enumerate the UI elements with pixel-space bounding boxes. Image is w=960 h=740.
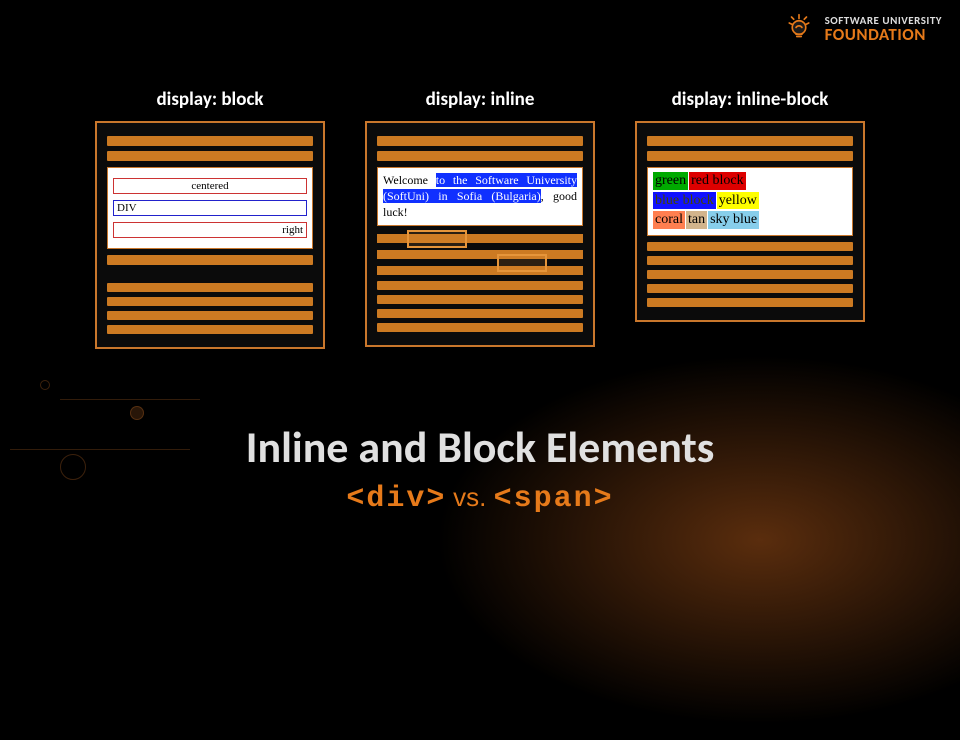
text-bar (107, 151, 313, 161)
bg-circuit-trace (60, 399, 200, 400)
column-heading: display: inline-block (635, 88, 865, 111)
text-bar (647, 151, 853, 161)
slide-subtitle: <div> vs. <span> (0, 478, 960, 516)
block-demo: centered DIV right (107, 167, 313, 249)
inline-text: Welcome (383, 173, 436, 187)
text-bar (107, 325, 313, 334)
display-block-panel: centered DIV right (95, 121, 325, 349)
text-bar (107, 136, 313, 146)
columns-row: display: block centered DIV right displa… (0, 88, 960, 349)
block-row-right: right (113, 222, 307, 238)
text-bar (647, 242, 853, 251)
bg-circuit-node (130, 406, 144, 420)
text-bar (647, 298, 853, 307)
block-row-div: DIV (113, 200, 307, 216)
text-bar (107, 311, 313, 320)
text-bar (377, 295, 583, 304)
inline-block-demo: greenred block blue blockyellow coraltan… (647, 167, 853, 236)
inline-schematic (377, 232, 583, 276)
text-bar (647, 256, 853, 265)
text-bar (107, 255, 313, 265)
swatch-skyblue: sky blue (708, 211, 759, 229)
text-bar (107, 283, 313, 292)
text-bar (107, 297, 313, 306)
swatch-coral: coral (653, 211, 685, 229)
bg-glow (410, 340, 960, 740)
column-heading: display: inline (365, 88, 595, 111)
text-bar (377, 323, 583, 332)
text-bar (377, 281, 583, 290)
inline-box-outline (497, 254, 547, 272)
column-block: display: block centered DIV right (95, 88, 325, 349)
column-inline: display: inline Welcome to the Software … (365, 88, 595, 349)
swatch-blue: blue block (653, 192, 716, 210)
text-bar (647, 136, 853, 146)
text-bar (377, 136, 583, 146)
text-bar (647, 270, 853, 279)
bg-circuit-node (40, 380, 50, 390)
inline-demo: Welcome to the Software University (Soft… (377, 167, 583, 226)
swatch-tan: tan (686, 211, 707, 229)
block-row-centered: centered (113, 178, 307, 194)
text-bar (377, 309, 583, 318)
slide-title: Inline and Block Elements (0, 420, 960, 474)
inline-box-outline (407, 230, 467, 248)
display-inline-panel: Welcome to the Software University (Soft… (365, 121, 595, 347)
lightbulb-icon (781, 8, 817, 49)
column-heading: display: block (95, 88, 325, 111)
code-div: <div> (346, 482, 446, 516)
swatch-green: green (653, 172, 688, 190)
text-bar (377, 151, 583, 161)
logo-line2: FOUNDATION (825, 26, 942, 43)
display-inline-block-panel: greenred block blue blockyellow coraltan… (635, 121, 865, 322)
swatch-yellow: yellow (717, 192, 759, 210)
column-inline-block: display: inline-block greenred block blu… (635, 88, 865, 349)
vs-text: vs. (453, 482, 493, 512)
brand-logo: SOFTWARE UNIVERSITY FOUNDATION (781, 8, 942, 49)
text-bar (647, 284, 853, 293)
swatch-red: red block (689, 172, 745, 190)
code-span: <span> (494, 482, 614, 516)
